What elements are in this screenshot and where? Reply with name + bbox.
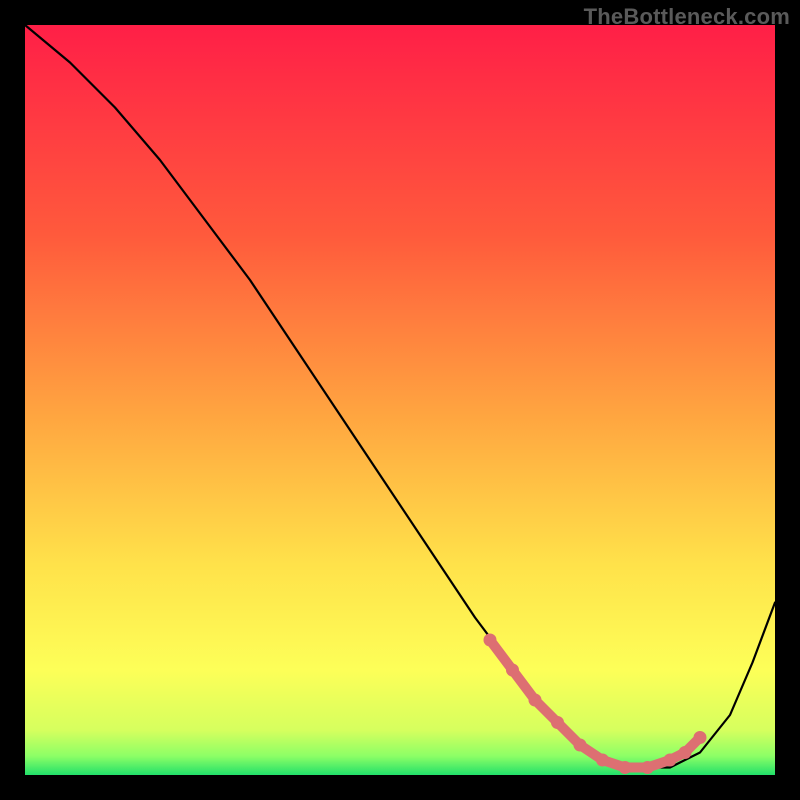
highlight-dot	[506, 664, 519, 677]
highlight-dot	[574, 739, 587, 752]
highlight-dot	[529, 694, 542, 707]
highlight-dot	[679, 746, 692, 759]
highlight-dot	[551, 716, 564, 729]
plot-background	[25, 25, 775, 775]
highlight-dot	[484, 634, 497, 647]
highlight-dot	[664, 754, 677, 767]
highlight-dot	[641, 761, 654, 774]
highlight-dot	[596, 754, 609, 767]
bottleneck-chart	[0, 0, 800, 800]
watermark: TheBottleneck.com	[584, 4, 790, 30]
highlight-dot	[619, 761, 632, 774]
highlight-dot	[694, 731, 707, 744]
